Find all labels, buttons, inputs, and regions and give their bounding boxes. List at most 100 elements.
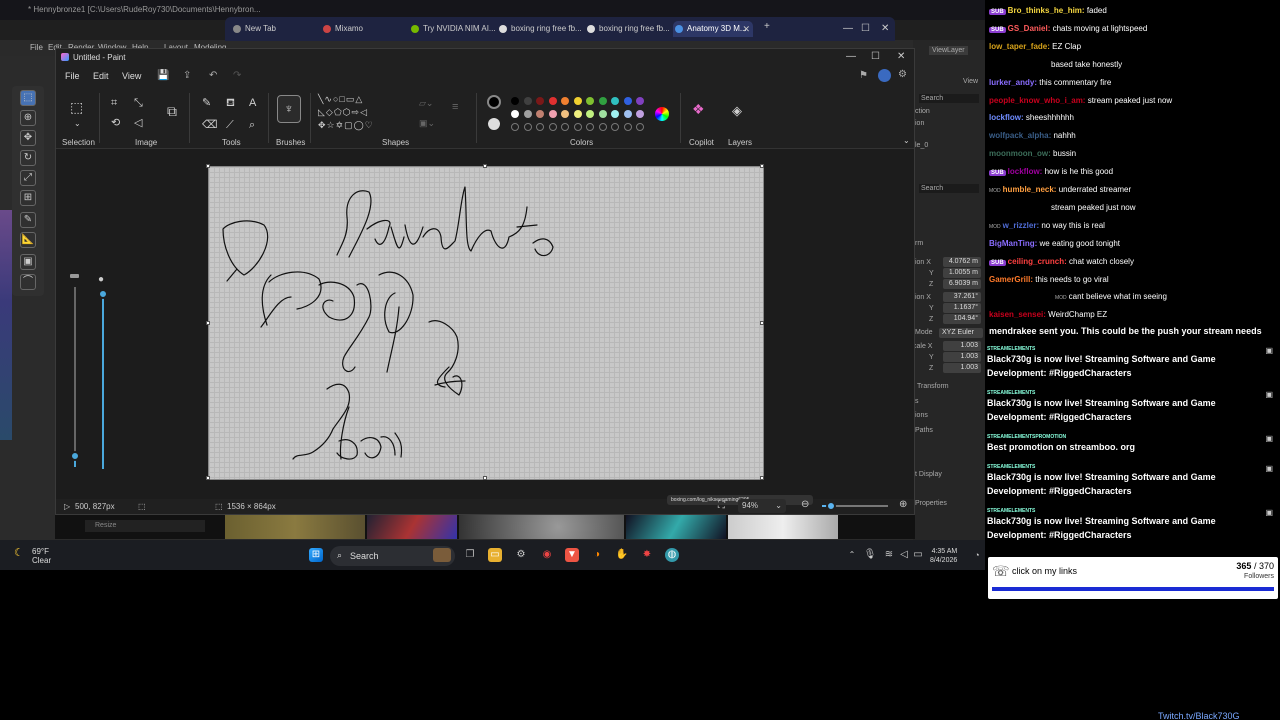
scale-z-field[interactable]: 1.003 [943, 363, 981, 373]
maximize-icon[interactable]: ☐ [871, 51, 880, 62]
transform-tool-icon[interactable]: ⊞ [20, 190, 36, 206]
blender-menu-file[interactable]: File [30, 43, 43, 52]
text-icon[interactable]: A [249, 97, 256, 109]
chevron-down-icon[interactable]: ⌄ [74, 118, 81, 130]
add-cube-tool-icon[interactable]: ▣ [20, 254, 36, 270]
chat-username[interactable]: humble_neck: [1003, 185, 1059, 194]
chat-username[interactable]: lockflow: [1008, 167, 1045, 176]
palette-color-swatch[interactable] [573, 97, 582, 105]
copilot-icon[interactable]: ❖ [692, 102, 705, 116]
select-tool-icon[interactable]: ⬚ [20, 90, 36, 106]
properties-search[interactable]: Search [919, 184, 979, 193]
close-icon[interactable]: ✕ [897, 51, 905, 62]
chat-username[interactable]: Bro_thinks_he_him: [1008, 6, 1087, 15]
chat-username[interactable]: ceiling_crunch: [1008, 257, 1069, 266]
zoom-select[interactable]: 94% ⌄ [738, 499, 786, 513]
notification-bell-icon[interactable]: ◔ [970, 548, 984, 562]
palette-color-swatch[interactable] [561, 97, 569, 105]
outliner-search[interactable]: Search [919, 94, 979, 103]
resize-handle[interactable] [760, 476, 764, 480]
outliner-item-2[interactable]: le_0 [915, 142, 928, 149]
palette-color-swatch[interactable] [536, 97, 544, 105]
pencil-icon[interactable]: ✎ [202, 97, 211, 109]
magnifier-icon[interactable]: ⌕ [249, 119, 255, 131]
palette-color-swatch[interactable] [623, 110, 632, 118]
scale-x-field[interactable]: 1.003 [943, 341, 981, 351]
close-tab-icon[interactable]: ✕ [742, 21, 750, 37]
task-view-icon[interactable]: ❐ [463, 548, 477, 562]
start-windows-icon[interactable]: ⊞ [309, 548, 323, 562]
chat-username[interactable]: w_rizzler: [1003, 221, 1042, 230]
empty-color-slot[interactable] [586, 123, 594, 131]
resize-handle[interactable] [206, 476, 210, 480]
chat-username[interactable]: low_taper_fade: [989, 42, 1052, 51]
show-hidden-icons-chevron-icon[interactable]: ⌃ [845, 548, 859, 562]
menu-edit[interactable]: Edit [93, 71, 109, 81]
palette-color-swatch[interactable] [523, 97, 532, 105]
spark-app-icon[interactable]: ✸ [640, 548, 654, 562]
browser-tab-boxing-1[interactable]: boxing ring free fb... [497, 21, 583, 37]
rotation-y-field[interactable]: 1.1637° [943, 303, 981, 313]
app-icon[interactable]: ◉ [540, 548, 554, 562]
resize-handle[interactable] [206, 164, 210, 168]
shapes-row-1-icon[interactable]: ╲∿○□▭△ [318, 93, 363, 105]
prop-section-4[interactable]: t Display [915, 471, 942, 478]
chat-username[interactable]: people_know_who_i_am: [989, 96, 1088, 105]
hand-app-icon[interactable]: ✋ [615, 548, 629, 562]
browser-tab-mixamo[interactable]: Mixamo [321, 21, 407, 37]
palette-color-swatch[interactable] [636, 110, 644, 118]
eraser-icon[interactable]: ⌫ [202, 119, 218, 131]
resize-handle[interactable] [760, 164, 764, 168]
chat-username[interactable]: wolfpack_alpha: [989, 131, 1053, 140]
secondary-color-swatch[interactable] [488, 118, 500, 130]
palette-color-swatch[interactable] [523, 110, 532, 118]
battery-icon[interactable]: ▭ [911, 548, 925, 562]
zoom-in-icon[interactable]: ⊕ [899, 499, 907, 510]
share-icon[interactable]: ⇪ [183, 70, 191, 81]
slider-knob[interactable] [70, 451, 80, 461]
empty-color-slot[interactable] [611, 123, 619, 131]
resize-icon[interactable]: ⤡ [134, 97, 143, 109]
browser-tab-nvidia[interactable]: Try NVIDIA NIM AI... [409, 21, 495, 37]
redo-icon[interactable]: ↷ [233, 70, 241, 81]
chat-username[interactable]: GS_Daniel: [1008, 24, 1053, 33]
taskbar-search[interactable]: ⌕ Search [330, 546, 455, 566]
view-layer-label[interactable]: ViewLayer [929, 46, 968, 55]
location-y-field[interactable]: 1.0055 m [943, 268, 981, 278]
brave-icon[interactable]: ▼ [565, 548, 579, 562]
palette-color-swatch[interactable] [623, 97, 632, 105]
brush-opacity-slider[interactable]: ● [94, 269, 112, 474]
settings-gear-icon[interactable]: ⚙ [898, 69, 907, 80]
shape-size-icon[interactable]: ≡ [452, 101, 458, 113]
empty-color-slot[interactable] [511, 123, 519, 131]
palette-color-swatch[interactable] [586, 97, 594, 105]
chat-username[interactable]: lurker_andy: [989, 78, 1039, 87]
minimize-icon[interactable]: — [846, 51, 856, 62]
undo-icon[interactable]: ↶ [209, 70, 217, 81]
resize-handle[interactable] [206, 321, 210, 325]
extra-tool-icon[interactable]: ⌒ [20, 274, 36, 290]
prop-section-5[interactable]: Properties [915, 500, 947, 507]
paint-taskbar-icon[interactable]: ◍ [665, 548, 679, 562]
palette-color-swatch[interactable] [536, 110, 544, 118]
drawing-canvas[interactable]: boxing.com/log_nikseegaming6295 [206, 164, 813, 505]
empty-color-slot[interactable] [636, 123, 644, 131]
scale-tool-icon[interactable]: ⤢ [20, 170, 36, 186]
flip-icon[interactable]: ◁ [134, 117, 142, 129]
palette-color-swatch[interactable] [636, 97, 644, 105]
fit-to-window-icon[interactable]: ⛶ [718, 500, 725, 511]
microphone-icon[interactable]: 🎙 [863, 548, 877, 562]
new-tab-button[interactable]: + [764, 21, 770, 32]
save-icon[interactable]: 💾 [157, 70, 169, 81]
annotate-tool-icon[interactable]: ✎ [20, 212, 36, 228]
empty-color-slot[interactable] [548, 123, 557, 131]
brush-size-slider[interactable] [66, 269, 84, 474]
volume-icon[interactable]: ◁ [897, 548, 911, 562]
close-icon[interactable]: ✕ [881, 23, 889, 34]
zoom-out-icon[interactable]: ⊖ [801, 499, 809, 510]
chat-username[interactable]: GamerGrill: [989, 275, 1035, 284]
slider-knob[interactable] [98, 289, 108, 299]
palette-color-swatch[interactable] [573, 110, 582, 118]
brush-icon[interactable]: ♆ [277, 95, 301, 123]
location-x-field[interactable]: 4.0762 m [943, 257, 981, 267]
